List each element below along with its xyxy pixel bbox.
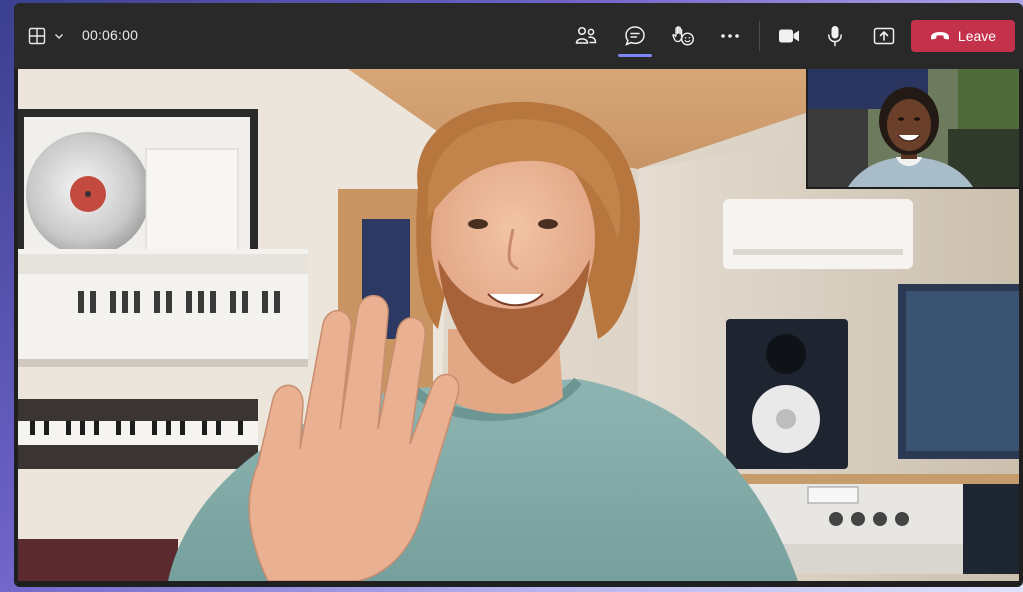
microphone-button[interactable] xyxy=(820,20,850,52)
chat-icon xyxy=(625,26,645,46)
meeting-toolbar: 00:06:00 Leave xyxy=(14,3,1023,69)
video-camera-icon xyxy=(779,29,799,43)
meeting-timer: 00:06:00 xyxy=(82,27,139,43)
meeting-window: 00:06:00 Leave xyxy=(14,3,1023,587)
self-view-video xyxy=(808,69,1019,187)
grid-layout-icon xyxy=(28,27,46,45)
main-video-stage xyxy=(18,69,1019,581)
layout-button[interactable] xyxy=(24,22,68,50)
react-button[interactable] xyxy=(667,20,699,52)
leave-button[interactable]: Leave xyxy=(911,20,1015,52)
people-button[interactable] xyxy=(570,20,602,52)
more-options-button[interactable] xyxy=(714,20,746,52)
share-screen-button[interactable] xyxy=(868,20,900,52)
chat-button[interactable] xyxy=(618,20,652,52)
raise-hand-react-icon xyxy=(672,26,695,46)
chat-active-indicator xyxy=(618,54,652,57)
toolbar-divider xyxy=(759,21,760,51)
self-view-pip[interactable] xyxy=(806,69,1019,189)
chevron-down-icon xyxy=(55,34,63,39)
more-options-icon xyxy=(721,34,739,38)
people-icon xyxy=(575,26,597,44)
share-screen-icon xyxy=(873,27,895,45)
microphone-icon xyxy=(828,26,842,47)
leave-label: Leave xyxy=(957,28,997,44)
phone-hangup-icon xyxy=(930,32,949,40)
camera-button[interactable] xyxy=(772,20,806,52)
